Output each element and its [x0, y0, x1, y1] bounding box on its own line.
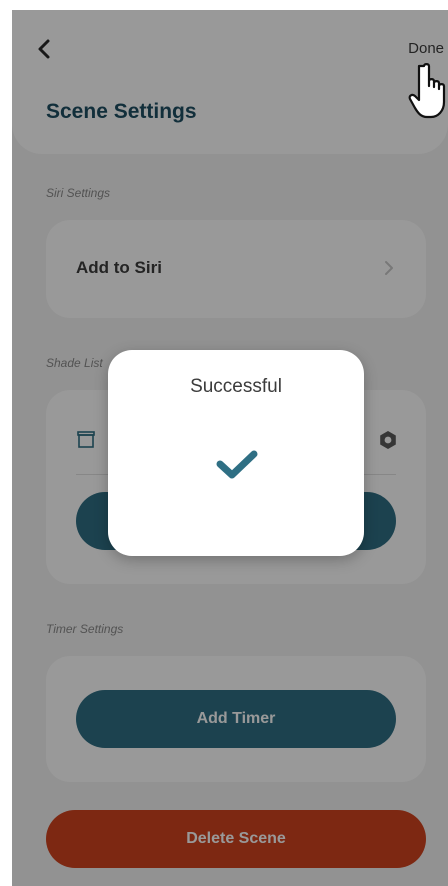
hand-pointer-icon — [408, 63, 446, 119]
success-title: Successful — [190, 376, 282, 397]
checkmark-icon — [216, 450, 258, 479]
success-dialog: Successful — [108, 350, 364, 556]
